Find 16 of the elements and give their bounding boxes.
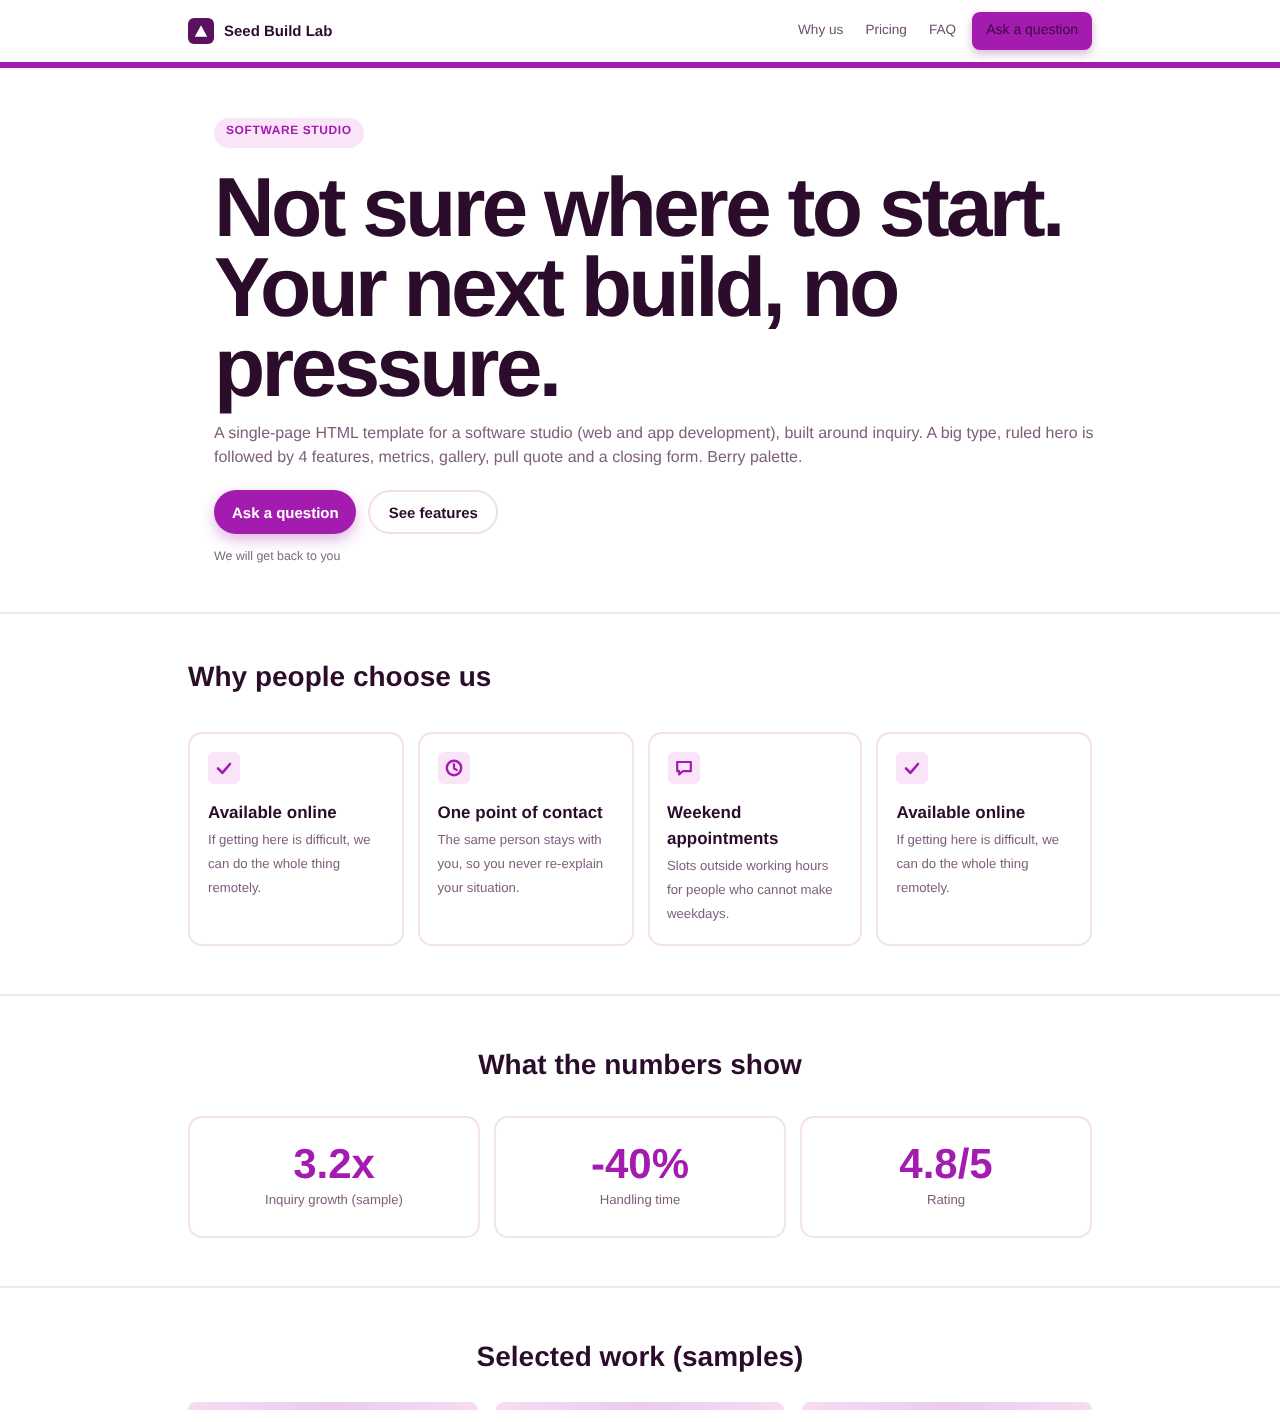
feature-title: Available online	[208, 800, 339, 826]
feature-title: One point of contact	[437, 800, 605, 826]
feature-title: Weekend appointments	[667, 800, 781, 852]
section-heading: What the numbers show	[476, 1046, 804, 1082]
feature-title: Available online	[896, 800, 1028, 826]
chat-bubble-icon	[667, 752, 699, 784]
metric-value: 3.2x	[293, 1144, 375, 1188]
metric-value: -40%	[590, 1144, 690, 1188]
check-icon	[896, 752, 929, 784]
metric-value: 4.8/5	[899, 1144, 993, 1188]
logo-icon	[188, 18, 214, 44]
clock-icon	[437, 752, 470, 784]
section-heading: Why people choose us	[188, 658, 494, 694]
hero-description: A single-page HTML template for a software studio (web and app development), built around inquiry. A big type, ruled hero is followed by 4 features, metrics, gallery, pull quote and a closing form. Berry palette.	[214, 422, 1096, 470]
check-icon	[208, 752, 240, 784]
section-heading: Selected work (samples)	[474, 1338, 806, 1374]
